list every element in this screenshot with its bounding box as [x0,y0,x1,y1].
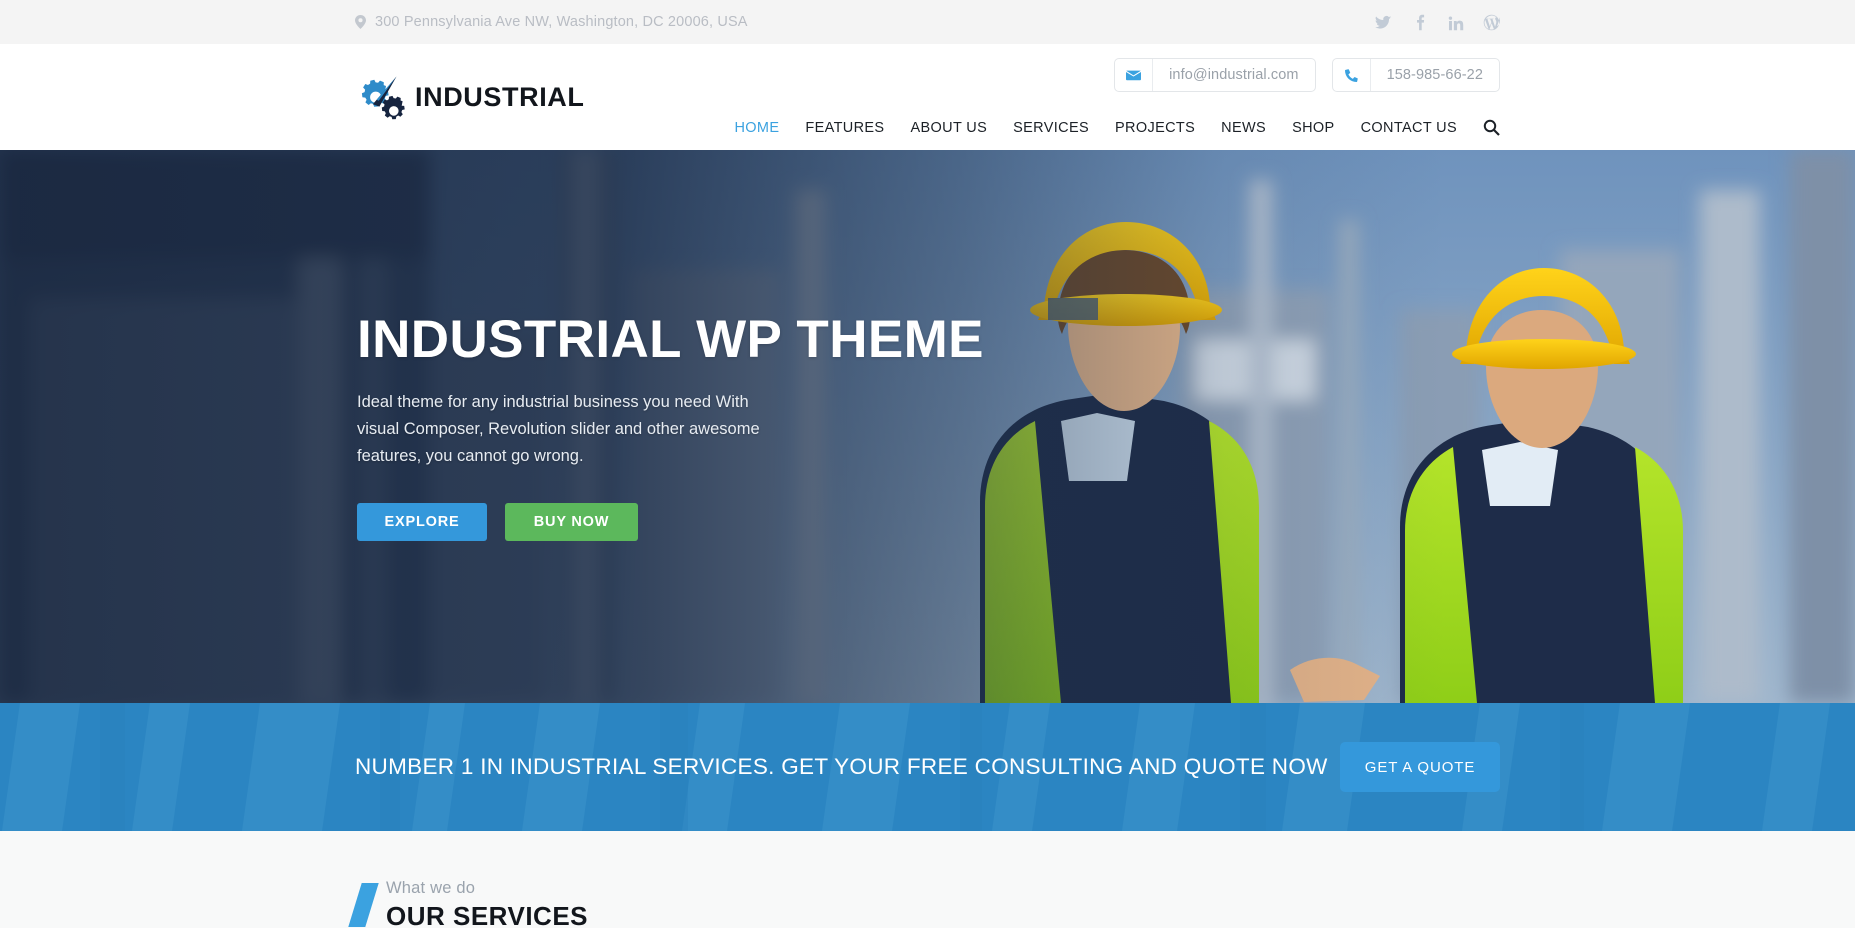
envelope-icon-cell [1115,59,1154,91]
logo[interactable]: INDUSTRIAL [355,74,585,120]
cta-headline: NUMBER 1 IN INDUSTRIAL SERVICES. GET YOU… [355,754,1328,779]
hero-title: INDUSTRIAL WP THEME [357,309,984,369]
hero-buttons: EXPLORE BUY NOW [357,503,997,542]
email-value: info@industrial.com [1169,67,1299,83]
nav-item-home[interactable]: HOME [734,120,779,136]
phone-value: 158-985-66-22 [1386,67,1483,83]
nav-item-shop[interactable]: SHOP [1292,120,1335,136]
nav-item-projects[interactable]: PROJECTS [1115,120,1195,136]
get-a-quote-button[interactable]: GET A QUOTE [1340,742,1500,792]
nav-item-news[interactable]: NEWS [1221,120,1266,136]
linkedin-icon[interactable] [1447,14,1464,31]
address-text: 300 Pennsylvania Ave NW, Washington, DC … [375,14,748,30]
wordpress-icon[interactable] [1483,14,1500,31]
address-block: 300 Pennsylvania Ave NW, Washington, DC … [355,14,748,30]
facebook-icon[interactable] [1411,14,1428,31]
envelope-icon [1126,70,1142,80]
nav-item-about-us[interactable]: ABOUT US [910,120,987,136]
hero-section: INDUSTRIAL WP THEME Ideal theme for any … [0,150,1855,703]
services-title: OUR SERVICES [386,901,589,928]
nav-item-contact-us[interactable]: CONTACT US [1361,120,1457,136]
accent-slash [348,883,379,927]
gear-logo-icon [361,76,405,120]
services-section: What we do OUR SERVICES [0,831,1855,928]
phone-box[interactable]: 158-985-66-22 [1331,58,1500,92]
site-header: INDUSTRIAL info@industrial.com 158-985-6… [0,44,1855,150]
explore-button[interactable]: EXPLORE [357,503,487,542]
search-icon[interactable] [1483,119,1500,136]
page-root: 300 Pennsylvania Ave NW, Washington, DC … [0,0,1855,928]
email-box[interactable]: info@industrial.com [1114,58,1316,92]
services-eyebrow: What we do [386,879,476,897]
nav-item-services[interactable]: SERVICES [1013,120,1089,136]
top-utility-bar: 300 Pennsylvania Ave NW, Washington, DC … [0,0,1855,44]
logo-text: INDUSTRIAL [415,81,585,112]
hero-content: INDUSTRIAL WP THEME Ideal theme for any … [357,150,997,703]
header-contact-info: info@industrial.com 158-985-66-22 [1114,58,1500,92]
twitter-icon[interactable] [1375,14,1392,31]
map-pin-icon [355,15,366,29]
buy-now-button[interactable]: BUY NOW [505,503,638,542]
phone-icon-cell [1333,59,1371,91]
social-links [1375,0,1500,44]
cta-content: NUMBER 1 IN INDUSTRIAL SERVICES. GET YOU… [0,703,1855,831]
cta-band: NUMBER 1 IN INDUSTRIAL SERVICES. GET YOU… [0,703,1855,831]
services-heading: What we do OUR SERVICES [348,879,1500,928]
hero-subtitle: Ideal theme for any industrial business … [357,393,760,465]
phone-icon [1344,68,1358,82]
nav-item-features[interactable]: FEATURES [805,120,884,136]
main-navigation: HOME FEATURES ABOUT US SERVICES PROJECTS… [734,119,1500,136]
